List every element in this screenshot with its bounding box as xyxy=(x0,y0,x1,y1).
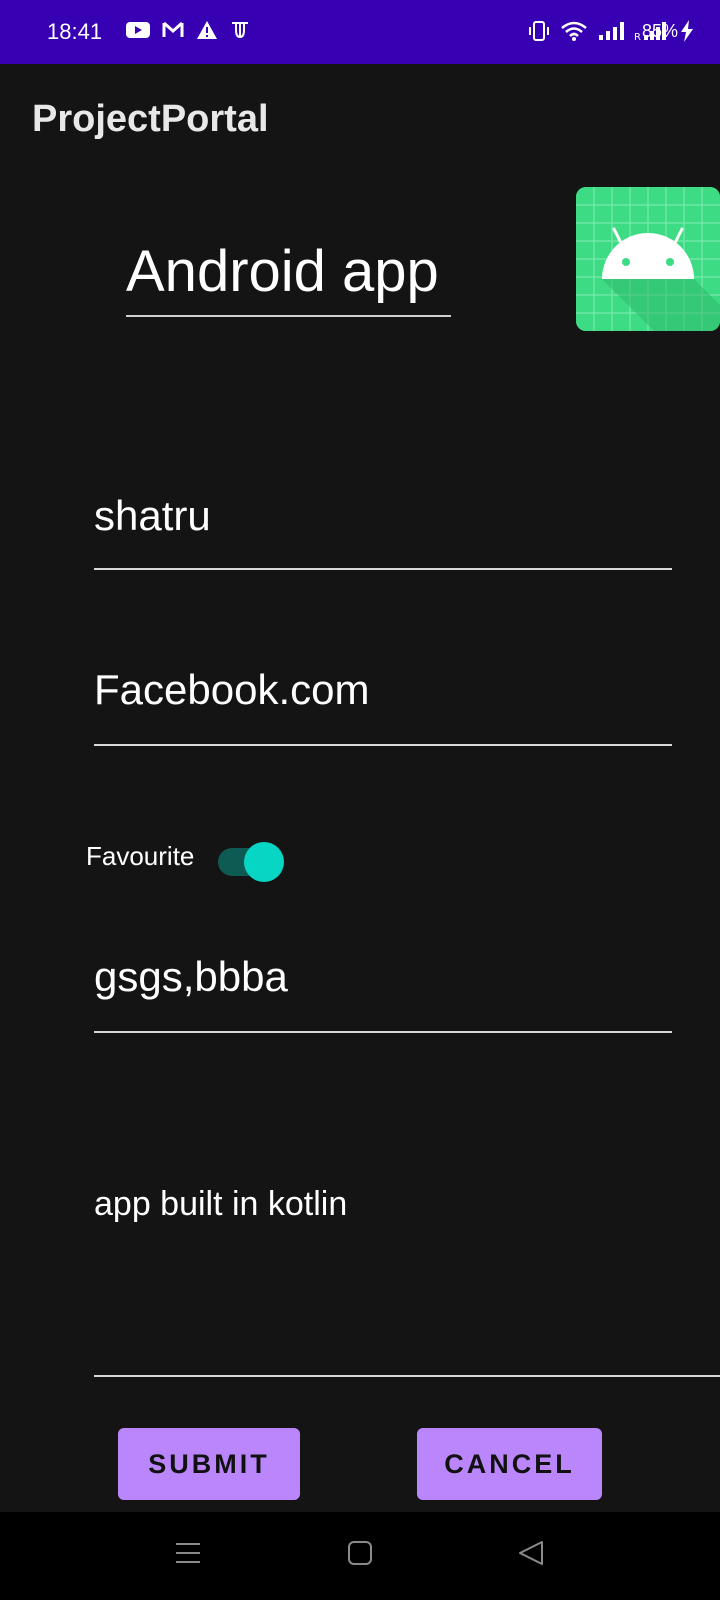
author-input[interactable]: shatru xyxy=(94,492,672,570)
android-icon[interactable] xyxy=(576,187,720,331)
status-bar: 18:41 R 85% xyxy=(0,0,720,64)
app-t-icon xyxy=(230,20,250,40)
favourite-switch[interactable] xyxy=(218,836,285,882)
status-time: 18:41 xyxy=(47,19,103,44)
description-value: app built in kotlin xyxy=(94,1185,348,1223)
navigation-bar xyxy=(0,1512,720,1600)
battery-indicator: 85% xyxy=(642,20,694,42)
favourite-label: Favourite xyxy=(86,840,195,871)
author-value: shatru xyxy=(94,492,211,539)
wifi-icon xyxy=(560,20,588,42)
youtube-icon xyxy=(126,21,150,39)
cancel-button[interactable]: CANCEL xyxy=(417,1428,602,1500)
submit-button[interactable]: SUBMIT xyxy=(118,1428,300,1500)
home-icon[interactable] xyxy=(347,1540,373,1566)
tags-input[interactable]: gsgs,bbba xyxy=(94,953,672,1033)
project-name-input[interactable]: Android app xyxy=(126,238,451,317)
app-title: ProjectPortal xyxy=(32,98,269,140)
warning-icon xyxy=(196,20,218,40)
description-input[interactable]: app built in kotlin xyxy=(94,1185,720,1377)
notification-icons xyxy=(126,20,250,40)
tags-value: gsgs,bbba xyxy=(94,953,288,1000)
vibrate-icon xyxy=(528,20,550,42)
favourite-row: Favourite xyxy=(86,836,285,882)
url-input[interactable]: Facebook.com xyxy=(94,666,672,746)
url-value: Facebook.com xyxy=(94,666,370,713)
menu-icon[interactable] xyxy=(175,1540,201,1566)
svg-text:R: R xyxy=(634,32,641,41)
signal-icon xyxy=(598,21,624,41)
battery-level: 85% xyxy=(641,20,678,41)
charging-icon xyxy=(680,20,694,42)
gmail-icon xyxy=(162,21,184,39)
switch-thumb xyxy=(244,842,285,882)
back-icon[interactable] xyxy=(518,1540,544,1566)
